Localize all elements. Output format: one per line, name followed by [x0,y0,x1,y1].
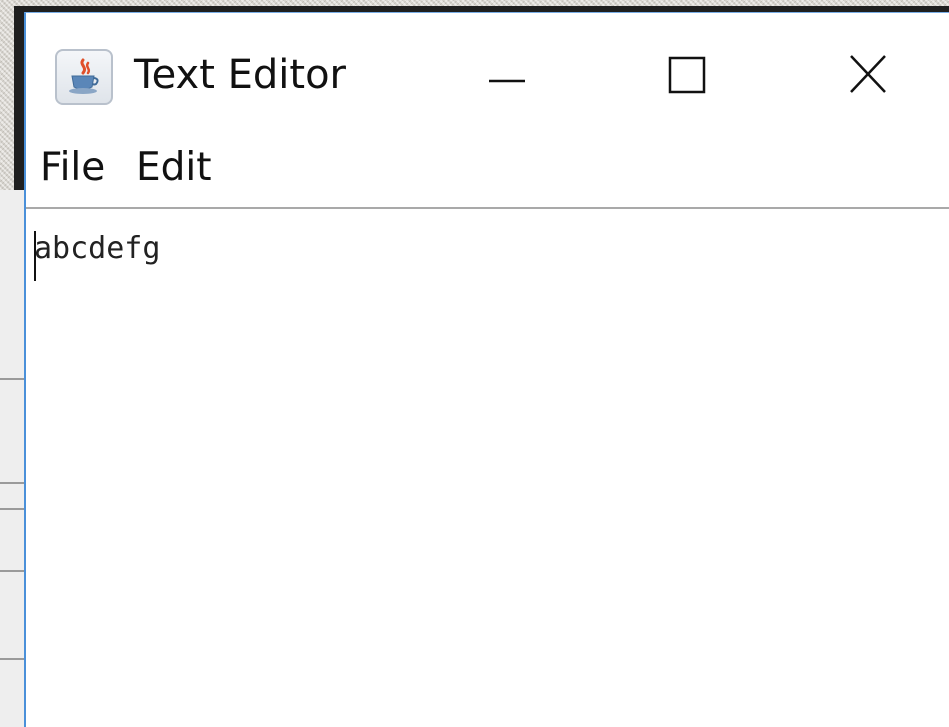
close-button[interactable] [824,41,914,119]
divider [0,378,24,380]
window-title: Text Editor [134,52,346,98]
menu-file[interactable]: File [40,146,105,190]
minimize-icon [489,79,525,83]
close-icon [850,55,886,93]
java-coffee-cup-icon[interactable] [55,49,113,105]
divider [0,482,24,484]
text-editor-window: Text Editor File Edit abcdefg [24,12,949,727]
maximize-button[interactable] [642,41,732,119]
divider [0,570,24,572]
text-area[interactable]: abcdefg [26,209,949,727]
text-caret [34,231,36,281]
divider [0,508,24,510]
maximize-icon [668,56,706,94]
menu-edit[interactable]: Edit [136,146,212,190]
background-window-edge [0,190,24,727]
divider [0,658,24,660]
editor-content[interactable]: abcdefg [34,231,160,267]
menu-bar: File Edit [26,131,949,209]
minimize-button[interactable] [462,41,552,119]
title-bar[interactable]: Text Editor [26,13,949,131]
